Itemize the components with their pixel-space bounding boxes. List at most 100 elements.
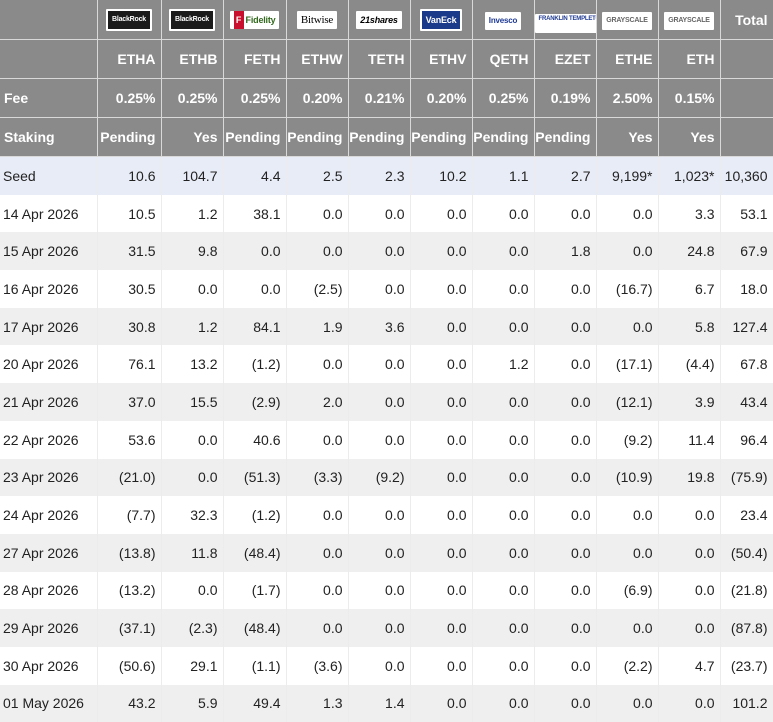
flow-cell: (2.2) bbox=[596, 646, 659, 685]
flow-cell: 1.2 bbox=[161, 194, 224, 233]
flow-cell: 0.0 bbox=[410, 496, 473, 534]
flow-cell: 0.0 bbox=[534, 194, 597, 233]
fee-label: Fee bbox=[0, 78, 98, 118]
staking-label: Staking bbox=[0, 117, 98, 157]
flow-cell: 0.0 bbox=[348, 420, 411, 459]
flow-cell: 1.9 bbox=[286, 307, 349, 346]
flow-cell: 0.0 bbox=[534, 345, 597, 384]
total-cell: 10,360 bbox=[720, 156, 773, 195]
flow-cell: 3.3 bbox=[658, 194, 721, 233]
bitwise-logo: Bitwise bbox=[296, 11, 338, 29]
flow-cell: (3.6) bbox=[286, 646, 349, 685]
flow-cell: 0.0 bbox=[410, 458, 473, 497]
flow-cell: 0.0 bbox=[534, 307, 597, 346]
total-cell: 53.1 bbox=[720, 194, 773, 233]
flow-cell: 1.2 bbox=[161, 307, 224, 346]
flow-cell: 76.1 bbox=[97, 345, 162, 384]
fee-cell: 2.50% bbox=[596, 78, 659, 118]
fidelity-logo-text: Fidelity bbox=[245, 15, 276, 25]
flow-cell: 1.4 bbox=[348, 684, 411, 722]
issuer-logo-cell: Bitwise bbox=[286, 0, 349, 40]
flow-cell: 0.0 bbox=[472, 684, 535, 722]
flow-cell: 0.0 bbox=[286, 420, 349, 459]
flow-cell: 0.0 bbox=[348, 194, 411, 233]
flow-cell: 0.0 bbox=[286, 533, 349, 572]
flow-cell: 0.0 bbox=[161, 270, 224, 308]
table-row: 28 Apr 2026 (13.2) 0.0 (1.7) 0.0 0.0 0.0 0.0 0.0… bbox=[0, 571, 773, 610]
issuer-logo-cell: BlackRock bbox=[97, 0, 162, 40]
flow-cell: 0.0 bbox=[223, 270, 287, 308]
flow-cell: 0.0 bbox=[286, 609, 349, 647]
flow-cell: (4.4) bbox=[658, 345, 721, 384]
fee-cell: 0.21% bbox=[348, 78, 411, 118]
staking-cell: Yes bbox=[658, 117, 721, 157]
date-cell: Seed bbox=[0, 156, 98, 195]
total-cell: 67.8 bbox=[720, 345, 773, 384]
flow-cell: 104.7 bbox=[161, 156, 224, 195]
issuer-logo-cell: BlackRock bbox=[161, 0, 224, 40]
ticker-row: ETHA ETHB FETH ETHW TETH ETHV QETH EZET ETHE ETH bbox=[0, 39, 773, 79]
flow-cell: 0.0 bbox=[472, 383, 535, 421]
table-row: 24 Apr 2026 (7.7) 32.3 (1.2) 0.0 0.0 0.0 0.0 0.0… bbox=[0, 496, 773, 534]
ticker-cell: QETH bbox=[472, 39, 535, 79]
flow-cell: (21.0) bbox=[97, 458, 162, 497]
fee-cell: 0.25% bbox=[223, 78, 287, 118]
flow-cell: 10.5 bbox=[97, 194, 162, 233]
flow-cell: 2.5 bbox=[286, 156, 349, 195]
flow-cell: 0.0 bbox=[348, 232, 411, 271]
flow-cell: 1.2 bbox=[472, 345, 535, 384]
flow-cell: (1.2) bbox=[223, 345, 287, 384]
table-row: 29 Apr 2026 (37.1) (2.3) (48.4) 0.0 0.0 0.0 0.0… bbox=[0, 609, 773, 647]
vaneck-logo: VanEck bbox=[419, 8, 463, 31]
flow-cell: 0.0 bbox=[410, 571, 473, 610]
flow-cell: 2.0 bbox=[286, 383, 349, 421]
flow-cell: 3.6 bbox=[348, 307, 411, 346]
flow-cell: 1,023* bbox=[658, 156, 721, 195]
flow-cell: (7.7) bbox=[97, 496, 162, 534]
flow-cell: 0.0 bbox=[472, 496, 535, 534]
total-cell: 96.4 bbox=[720, 420, 773, 459]
flow-cell: (2.3) bbox=[161, 609, 224, 647]
ticker-cell: FETH bbox=[223, 39, 287, 79]
flow-cell: 0.0 bbox=[286, 232, 349, 271]
franklin-templeton-logo: FRANKLIN TEMPLETON bbox=[534, 13, 595, 33]
staking-cell: Yes bbox=[161, 117, 224, 157]
flow-cell: 0.0 bbox=[472, 270, 535, 308]
staking-cell: Pending bbox=[286, 117, 349, 157]
flow-cell: (50.6) bbox=[97, 646, 162, 685]
issuer-logo-cell: F Fidelity bbox=[223, 0, 287, 40]
flow-cell: 0.0 bbox=[534, 270, 597, 308]
total-cell: 127.4 bbox=[720, 307, 773, 346]
total-cell: 18.0 bbox=[720, 270, 773, 308]
flow-cell: 0.0 bbox=[348, 345, 411, 384]
issuer-logo-cell: FRANKLIN TEMPLETON bbox=[534, 0, 597, 40]
flow-cell: 2.3 bbox=[348, 156, 411, 195]
flow-cell: 0.0 bbox=[348, 496, 411, 534]
flow-cell: 9.8 bbox=[161, 232, 224, 271]
flow-cell: 40.6 bbox=[223, 420, 287, 459]
total-cell: 23.4 bbox=[720, 496, 773, 534]
flow-cell: 0.0 bbox=[658, 609, 721, 647]
flow-cell: 0.0 bbox=[286, 194, 349, 233]
flow-cell: 30.5 bbox=[97, 270, 162, 308]
table-row: 30 Apr 2026 (50.6) 29.1 (1.1) (3.6) 0.0 0.0 0.0… bbox=[0, 646, 773, 685]
seed-row: Seed 10.6 104.7 4.4 2.5 2.3 10.2 1.1 2.7 9,199* 1,… bbox=[0, 156, 773, 195]
flow-cell: 11.4 bbox=[658, 420, 721, 459]
ticker-cell: ETHE bbox=[596, 39, 659, 79]
issuer-logo-cell: GRAYSCALE bbox=[658, 0, 721, 40]
date-cell: 29 Apr 2026 bbox=[0, 609, 98, 647]
flow-cell: 15.5 bbox=[161, 383, 224, 421]
total-cell: 101.2 bbox=[720, 684, 773, 722]
issuer-logo-cell: 21shares bbox=[348, 0, 411, 40]
flow-cell: 19.8 bbox=[658, 458, 721, 497]
21shares-logo: 21shares bbox=[356, 11, 402, 29]
flow-cell: 0.0 bbox=[410, 232, 473, 271]
date-cell: 15 Apr 2026 bbox=[0, 232, 98, 271]
flow-cell: (1.1) bbox=[223, 646, 287, 685]
flow-cell: 38.1 bbox=[223, 194, 287, 233]
flow-cell: 0.0 bbox=[472, 571, 535, 610]
staking-cell: Pending bbox=[534, 117, 597, 157]
flow-cell: 0.0 bbox=[658, 533, 721, 572]
flow-cell: 4.7 bbox=[658, 646, 721, 685]
flow-cell: 0.0 bbox=[596, 307, 659, 346]
